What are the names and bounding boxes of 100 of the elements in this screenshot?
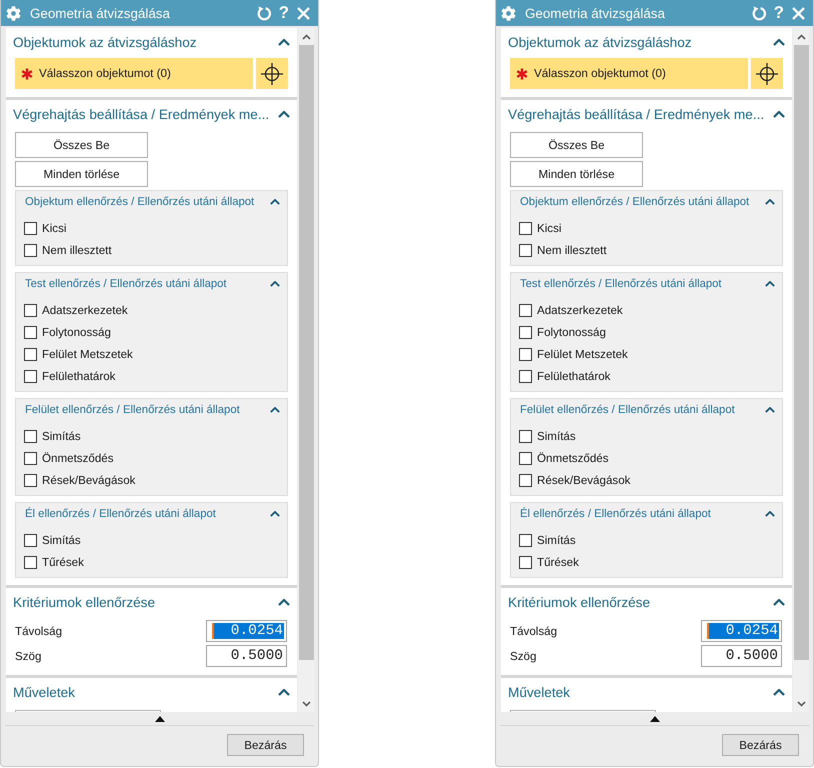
checkbox[interactable] (519, 556, 532, 568)
chevron-up-icon[interactable] (773, 110, 785, 118)
checkbox[interactable] (24, 222, 37, 234)
field-label: Szög (15, 650, 42, 662)
number-field[interactable]: 0.0254 (206, 620, 287, 642)
checkbox-label[interactable]: Felület Metszetek (537, 348, 628, 360)
checkbox-label[interactable]: Önmetsződés (537, 452, 609, 464)
checkbox[interactable] (24, 304, 37, 316)
chevron-up-icon[interactable] (270, 281, 280, 287)
checkbox[interactable] (519, 430, 532, 442)
number-field[interactable]: 0.5000 (206, 645, 287, 667)
chevron-up-icon[interactable] (765, 407, 775, 413)
checkbox-label[interactable]: Adatszerkezetek (537, 304, 623, 316)
chevron-up-icon[interactable] (270, 199, 280, 205)
crosshair-button[interactable] (256, 58, 288, 89)
scroll-up-icon[interactable] (302, 34, 310, 40)
checkbox-label[interactable]: Simítás (537, 534, 576, 546)
refresh-icon[interactable] (750, 6, 766, 20)
checkbox[interactable] (519, 534, 532, 546)
chevron-up-icon[interactable] (773, 38, 785, 46)
checkbox[interactable] (519, 474, 532, 486)
checkbox-label[interactable]: Folytonosság (537, 326, 606, 338)
gear-icon[interactable] (501, 6, 516, 20)
selection-field[interactable]: Válasszon objektumot (0) (15, 58, 253, 89)
checkbox-label[interactable]: Simítás (42, 534, 81, 546)
checkbox-label[interactable]: Adatszerkezetek (42, 304, 128, 316)
checkbox[interactable] (519, 452, 532, 464)
scroll-down-icon[interactable] (796, 700, 806, 706)
chevron-up-icon[interactable] (278, 38, 290, 46)
chevron-up-icon[interactable] (773, 598, 785, 606)
checkbox-label[interactable]: Felület Metszetek (42, 348, 133, 360)
chevron-up-icon[interactable] (270, 511, 280, 517)
section-title[interactable]: Végrehajtás beállítása / Eredmények me... (13, 106, 270, 122)
checkbox-label[interactable]: Nem illesztett (537, 244, 607, 256)
close-button[interactable]: Bezárás (722, 734, 799, 756)
selection-field[interactable]: Válasszon objektumot (0) (510, 58, 748, 89)
refresh-icon[interactable] (256, 6, 271, 20)
checkbox-label[interactable]: Kicsi (537, 222, 562, 234)
checkbox[interactable] (24, 326, 37, 338)
scroll-up-icon[interactable] (796, 34, 806, 40)
chevron-up-icon[interactable] (773, 688, 785, 696)
checkbox-label[interactable]: Tűrések (537, 556, 579, 568)
scrollbar[interactable] (793, 28, 809, 712)
crosshair-button[interactable] (751, 58, 783, 89)
checkbox[interactable] (519, 244, 532, 256)
checkbox[interactable] (24, 452, 37, 464)
close-icon[interactable] (792, 6, 805, 20)
crosshair-icon (756, 62, 778, 84)
checkbox-label[interactable]: Simítás (42, 430, 81, 442)
gear-icon[interactable] (6, 6, 21, 20)
checkbox-label[interactable]: Simítás (537, 430, 576, 442)
scrollbar-thumb[interactable] (794, 45, 808, 660)
close-icon[interactable] (297, 6, 310, 20)
checkbox[interactable] (519, 370, 532, 382)
close-button[interactable]: Bezárás (227, 734, 304, 756)
chevron-up-icon[interactable] (270, 407, 280, 413)
checkbox-label[interactable]: Nem illesztett (42, 244, 112, 256)
checkbox-label[interactable]: Felülethatárok (537, 370, 610, 382)
option-button[interactable]: Minden törlése (15, 161, 148, 187)
option-button[interactable]: Minden törlése (510, 161, 643, 187)
checkbox[interactable] (519, 348, 532, 360)
chevron-up-icon[interactable] (765, 511, 775, 517)
checkbox-label[interactable]: Rések/Bevágások (42, 474, 136, 486)
checkbox[interactable] (24, 534, 37, 546)
checkbox-label[interactable]: Rések/Bevágások (537, 474, 630, 486)
checkbox[interactable] (24, 244, 37, 256)
chevron-up-icon[interactable] (278, 598, 290, 606)
checkbox-label[interactable]: Önmetsződés (42, 452, 114, 464)
checkbox[interactable] (24, 474, 37, 486)
section-title[interactable]: Kritériumok ellenőrzése (13, 594, 156, 610)
number-field[interactable]: 0.5000 (701, 645, 782, 667)
checkbox[interactable] (24, 348, 37, 360)
section-title[interactable]: Objektumok az átvizsgáláshoz (508, 34, 692, 50)
checkbox[interactable] (519, 222, 532, 234)
checkbox-label[interactable]: Tűrések (42, 556, 84, 568)
checkbox-label[interactable]: Kicsi (42, 222, 66, 234)
option-button[interactable]: Összes Be (15, 132, 148, 158)
section-title[interactable]: Végrehajtás beállítása / Eredmények me... (508, 106, 764, 122)
checkbox[interactable] (24, 556, 37, 568)
checkbox[interactable] (519, 304, 532, 316)
checkbox[interactable] (24, 430, 37, 442)
triangle-icon[interactable] (650, 716, 660, 722)
triangle-icon[interactable] (154, 716, 164, 722)
scrollbar-thumb[interactable] (298, 45, 314, 660)
option-button[interactable]: Összes Be (510, 132, 643, 158)
section-title[interactable]: Műveletek (13, 684, 75, 700)
chevron-up-icon[interactable] (278, 110, 290, 118)
chevron-up-icon[interactable] (278, 688, 290, 696)
number-field[interactable]: 0.0254 (701, 620, 782, 642)
section-title[interactable]: Kritériumok ellenőrzése (508, 594, 650, 610)
scrollbar[interactable] (298, 28, 314, 712)
scroll-down-icon[interactable] (302, 700, 310, 706)
chevron-up-icon[interactable] (765, 199, 775, 205)
checkbox-label[interactable]: Felülethatárok (42, 370, 116, 382)
checkbox-label[interactable]: Folytonosság (42, 326, 111, 338)
checkbox[interactable] (24, 370, 37, 382)
checkbox[interactable] (519, 326, 532, 338)
section-title[interactable]: Objektumok az átvizsgáláshoz (13, 34, 197, 50)
chevron-up-icon[interactable] (765, 281, 775, 287)
section-title[interactable]: Műveletek (508, 684, 570, 700)
